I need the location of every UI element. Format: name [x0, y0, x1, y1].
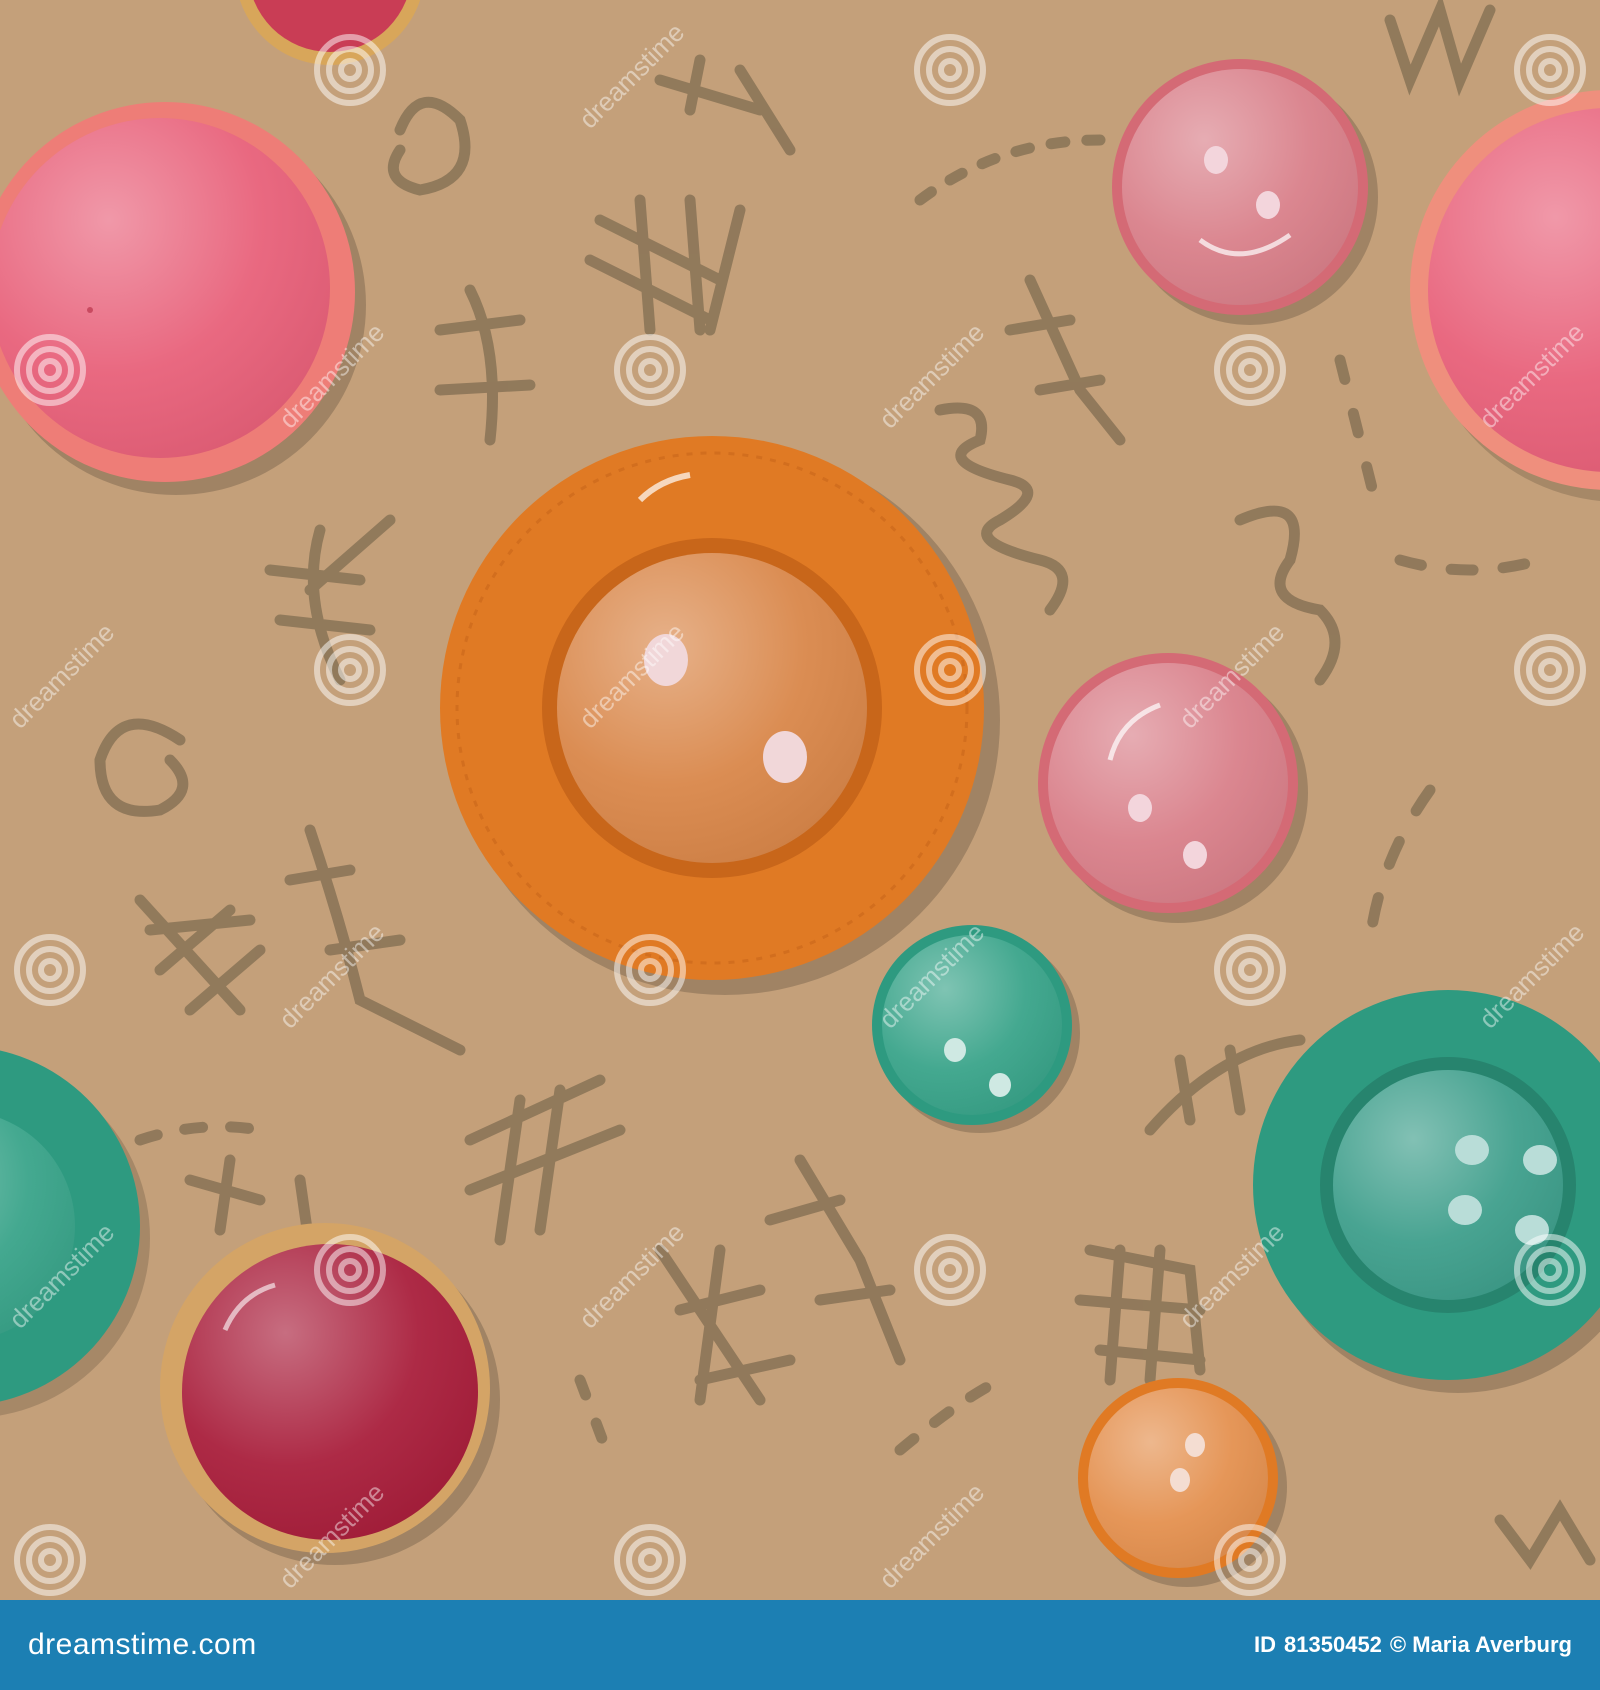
- image-id-label: ID: [1254, 1632, 1277, 1657]
- footer-bar: dreamstime.com ID 81350452 © Maria Averbur…: [0, 1600, 1600, 1690]
- footer-logo[interactable]: dreamstime.com: [28, 1628, 257, 1662]
- image-id: 81350452: [1284, 1632, 1382, 1657]
- image-credit: ID 81350452 © Maria Averburg: [1246, 1632, 1572, 1658]
- copyright-author: © Maria Averburg: [1389, 1632, 1572, 1657]
- buttons-seamless-pattern: dreamstime dreamstime dreamstime dreamst…: [0, 0, 1600, 1600]
- pattern-image: dreamstime dreamstime dreamstime dreamst…: [0, 0, 1600, 1690]
